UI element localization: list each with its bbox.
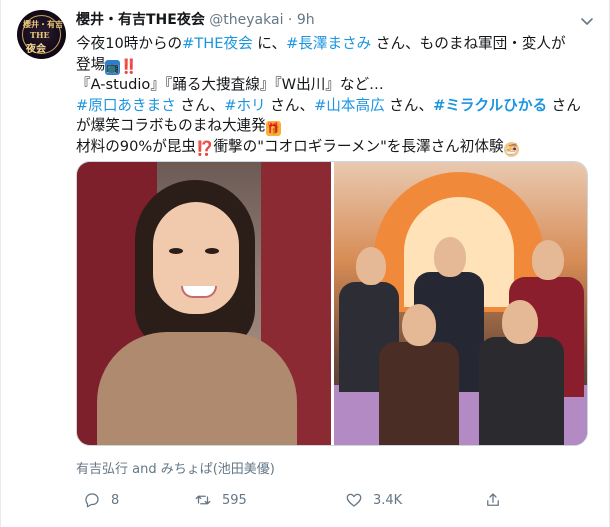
text-segment: さん bbox=[547, 96, 581, 114]
reply-button[interactable]: 8 bbox=[83, 489, 119, 511]
chevron-down-icon[interactable] bbox=[579, 13, 595, 29]
tweet-line-5: が爆笑コラボものまね大連発🎁 bbox=[76, 116, 591, 137]
interrobang-icon: ⁉️ bbox=[196, 140, 214, 157]
avatar-logo-text-2: THE bbox=[30, 30, 50, 40]
person-suit bbox=[479, 337, 564, 445]
person-head bbox=[402, 304, 436, 346]
text-segment: 材料の90%が昆虫 bbox=[76, 137, 196, 155]
hashtag-miracle-hikaru[interactable]: #ミラクルひかる bbox=[433, 97, 547, 114]
text-segment: さん、 bbox=[384, 96, 434, 114]
text-segment: さん、ものまね軍団・変人が bbox=[371, 35, 566, 52]
person-eye bbox=[169, 248, 183, 254]
person-head bbox=[502, 300, 538, 344]
tweet-card[interactable]: 櫻井・有吉 THE 夜会 櫻井・有吉THE夜会 @theyakai · 9h 今… bbox=[0, 0, 610, 527]
reply-icon bbox=[85, 493, 99, 508]
hashtag-nagasawa-masami[interactable]: #長澤まさみ bbox=[286, 35, 371, 52]
account-name[interactable]: 櫻井・有吉THE夜会 bbox=[76, 12, 205, 28]
tv-icon: 📺 bbox=[105, 59, 121, 75]
text-segment: が爆笑コラボものまね大連発 bbox=[76, 117, 266, 135]
account-handle[interactable]: @theyakai bbox=[209, 12, 283, 28]
text-segment: さん、 bbox=[265, 96, 315, 114]
retweet-count: 595 bbox=[222, 492, 247, 508]
hashtag-the-yakai[interactable]: #THE夜会 bbox=[182, 35, 253, 52]
text-segment: さん、 bbox=[175, 96, 225, 114]
share-icon bbox=[487, 493, 499, 506]
ramen-icon: 🍜 bbox=[503, 141, 519, 157]
retweet-button[interactable]: 595 bbox=[194, 489, 247, 511]
tweet-header: 櫻井・有吉THE夜会 @theyakai · 9h bbox=[76, 11, 315, 30]
avatar-logo-text-1: 櫻井・有吉 bbox=[23, 19, 63, 29]
hashtag-yamamoto-takahiro[interactable]: #山本高広 bbox=[314, 97, 385, 114]
avatar-logo-text-3: 夜会 bbox=[26, 44, 46, 55]
like-button[interactable]: 3.4K bbox=[345, 489, 402, 511]
tweet-line-3: 『A-studio』『踊る大捜査線』『W出川』など… bbox=[76, 76, 384, 94]
photo-1[interactable] bbox=[77, 162, 331, 445]
like-count: 3.4K bbox=[373, 492, 403, 508]
gift-icon: 🎁 bbox=[265, 121, 281, 137]
hashtag-hori[interactable]: #ホリ bbox=[224, 97, 265, 114]
tweet-actions: 8 595 3.4K bbox=[76, 489, 536, 511]
person-body bbox=[97, 332, 297, 445]
person-head bbox=[356, 247, 386, 285]
separator-dot: · bbox=[287, 12, 293, 28]
text-segment: 衝撃の"コオロギラーメン"を長澤さん初体験 bbox=[213, 137, 504, 155]
tweet-line-4: #原口あきまさ さん、#ホリ さん、#山本高広 さん、#ミラクルひかる さん bbox=[76, 96, 591, 117]
tweet-line-1: 今夜10時からの#THE夜会 に、#長澤まさみ さん、ものまね軍団・変人が bbox=[76, 34, 591, 55]
tweet-text: 今夜10時からの#THE夜会 に、#長澤まさみ さん、ものまね軍団・変人が 登場… bbox=[76, 34, 591, 158]
reply-count: 8 bbox=[111, 492, 120, 508]
tweet-media[interactable] bbox=[76, 161, 588, 446]
profile-avatar[interactable]: 櫻井・有吉 THE 夜会 bbox=[17, 10, 66, 59]
tagged-users-caption[interactable]: 有吉弘行 and みちょぱ(池田美優) bbox=[76, 458, 275, 477]
tweet-line-6: 材料の90%が昆虫⁉️衝撃の"コオロギラーメン"を長澤さん初体験🍜 bbox=[76, 137, 591, 158]
text-segment: 登場 bbox=[76, 55, 106, 73]
share-button[interactable] bbox=[484, 489, 502, 511]
retweet-icon bbox=[195, 495, 211, 505]
tweet-line-2: 登場📺‼️ bbox=[76, 55, 591, 76]
person-head bbox=[532, 240, 564, 280]
person-suit bbox=[379, 342, 459, 445]
person-eye bbox=[205, 248, 219, 254]
person-head bbox=[434, 237, 466, 277]
text-segment: 今夜10時からの bbox=[76, 35, 183, 52]
text-segment: に、 bbox=[252, 35, 287, 52]
hashtag-haraguchi-akimasa[interactable]: #原口あきまさ bbox=[76, 97, 176, 114]
tweet-timestamp[interactable]: 9h bbox=[297, 12, 315, 28]
photo-2[interactable] bbox=[334, 162, 587, 445]
heart-icon bbox=[346, 493, 362, 507]
double-exclamation-icon: ‼️ bbox=[120, 58, 138, 75]
